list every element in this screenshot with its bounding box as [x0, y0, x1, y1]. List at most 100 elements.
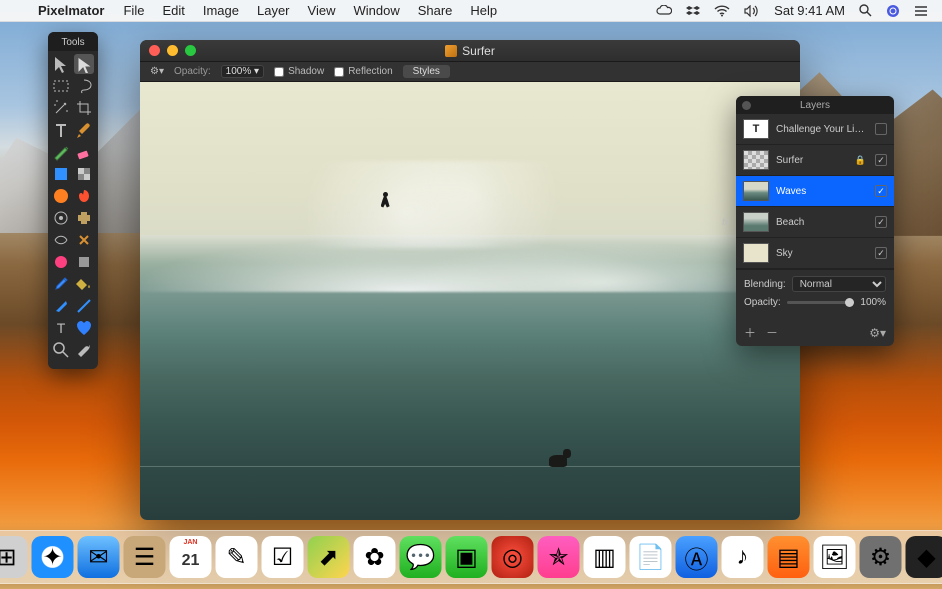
- layer-opacity-slider[interactable]: [787, 301, 855, 304]
- fx-badge: fx: [722, 217, 729, 227]
- tool-heart[interactable]: [74, 318, 94, 338]
- dock-calendar[interactable]: JAN21: [170, 536, 212, 578]
- dock-messages[interactable]: 💬: [400, 536, 442, 578]
- dock-pages[interactable]: 📄: [630, 536, 672, 578]
- blending-select[interactable]: Normal: [792, 276, 886, 292]
- window-minimize-button[interactable]: [167, 45, 178, 56]
- tool-pinch[interactable]: [74, 230, 94, 250]
- layers-gear-menu[interactable]: ⚙▾: [869, 326, 886, 340]
- tool-heal[interactable]: [74, 208, 94, 228]
- dock-preferences[interactable]: ⚙: [860, 536, 902, 578]
- tool-shape-circle[interactable]: [51, 252, 71, 272]
- layer-visibility-checkbox[interactable]: [875, 185, 887, 197]
- menubar-clock[interactable]: Sat 9:41 AM: [774, 3, 845, 18]
- tool-zoom[interactable]: [51, 340, 71, 360]
- cloud-icon[interactable]: [656, 5, 672, 17]
- layer-name: Sky: [776, 248, 868, 259]
- dock-launchpad[interactable]: ⊞: [0, 536, 28, 578]
- tool-pattern[interactable]: [74, 164, 94, 184]
- dock-itunes[interactable]: ♪: [722, 536, 764, 578]
- tool-crop[interactable]: [74, 98, 94, 118]
- dock-safari[interactable]: ✦: [32, 536, 74, 578]
- layers-panel-header[interactable]: Layers: [736, 96, 894, 114]
- layer-row[interactable]: Surfer 🔒: [736, 145, 894, 176]
- app-menu[interactable]: Pixelmator: [28, 3, 114, 18]
- toolbar-reflection-checkbox[interactable]: Reflection: [334, 66, 392, 77]
- siri-icon[interactable]: [886, 4, 900, 18]
- layer-row[interactable]: Waves: [736, 176, 894, 207]
- layers-panel: Layers T Challenge Your Limits... Surfer…: [736, 96, 894, 346]
- tool-lasso[interactable]: [74, 76, 94, 96]
- dock-reminders[interactable]: ☑: [262, 536, 304, 578]
- tool-shape-square[interactable]: [74, 252, 94, 272]
- dock-photobooth[interactable]: ◎: [492, 536, 534, 578]
- menu-view[interactable]: View: [299, 3, 345, 18]
- layer-row[interactable]: Sky: [736, 238, 894, 269]
- document-canvas[interactable]: [140, 82, 800, 520]
- tool-eraser[interactable]: [74, 142, 94, 162]
- layer-visibility-checkbox[interactable]: [875, 123, 887, 135]
- layer-visibility-checkbox[interactable]: [875, 154, 887, 166]
- layer-visibility-checkbox[interactable]: [875, 247, 887, 259]
- toolbar-opacity-field[interactable]: 100% ▾: [221, 65, 264, 78]
- tool-clone[interactable]: [51, 208, 71, 228]
- dock-notes[interactable]: ✎: [216, 536, 258, 578]
- tool-bucket[interactable]: [74, 274, 94, 294]
- tool-move[interactable]: [51, 54, 71, 74]
- dropbox-icon[interactable]: [686, 5, 700, 17]
- layer-row[interactable]: fx Beach: [736, 207, 894, 238]
- remove-layer-button[interactable]: －: [766, 324, 778, 341]
- tool-line[interactable]: [74, 296, 94, 316]
- layer-row[interactable]: T Challenge Your Limits...: [736, 114, 894, 145]
- dock-mail[interactable]: ✉: [78, 536, 120, 578]
- layer-thumbnail: [743, 212, 769, 232]
- tool-type-vertical[interactable]: [51, 120, 71, 140]
- dock-contacts[interactable]: ☰: [124, 536, 166, 578]
- menu-image[interactable]: Image: [194, 3, 248, 18]
- layer-opacity-label: Opacity:: [744, 297, 781, 308]
- dock-appstore[interactable]: Ⓐ: [676, 536, 718, 578]
- tool-rect-marquee[interactable]: [51, 76, 71, 96]
- toolbar-shadow-checkbox[interactable]: Shadow: [274, 66, 324, 77]
- menu-window[interactable]: Window: [344, 3, 408, 18]
- dock-photos[interactable]: ✿: [354, 536, 396, 578]
- notification-center-icon[interactable]: [914, 5, 928, 17]
- tool-text[interactable]: T: [51, 318, 71, 338]
- menu-share[interactable]: Share: [409, 3, 462, 18]
- tool-pen[interactable]: [51, 296, 71, 316]
- menu-edit[interactable]: Edit: [153, 3, 193, 18]
- tool-paintbrush[interactable]: [74, 120, 94, 140]
- layers-close-button[interactable]: [742, 101, 751, 110]
- tool-gradient[interactable]: [51, 186, 71, 206]
- toolbar-styles-button[interactable]: Styles: [403, 65, 450, 78]
- dock-numbers[interactable]: ▥: [584, 536, 626, 578]
- dock-preview[interactable]: 🖼: [814, 536, 856, 578]
- window-close-button[interactable]: [149, 45, 160, 56]
- tool-color-fill[interactable]: [51, 164, 71, 184]
- menu-help[interactable]: Help: [461, 3, 506, 18]
- window-zoom-button[interactable]: [185, 45, 196, 56]
- tool-arrow-select[interactable]: [74, 54, 94, 74]
- dock-pixelmator[interactable]: ◆: [906, 536, 942, 578]
- tool-hand[interactable]: [74, 340, 94, 360]
- layer-visibility-checkbox[interactable]: [875, 216, 887, 228]
- window-titlebar[interactable]: Surfer: [140, 40, 800, 62]
- toolbar-gear-icon[interactable]: ⚙▾: [150, 66, 164, 77]
- volume-icon[interactable]: [744, 5, 760, 17]
- add-layer-button[interactable]: ＋: [744, 324, 756, 341]
- tool-warp[interactable]: [51, 230, 71, 250]
- layers-panel-title: Layers: [800, 100, 830, 111]
- dock-ibooks[interactable]: ▤: [768, 536, 810, 578]
- tool-eyedropper[interactable]: [51, 274, 71, 294]
- layer-name: Waves: [776, 186, 868, 197]
- spotlight-icon[interactable]: [859, 4, 872, 17]
- dock-itunes-alt[interactable]: ✯: [538, 536, 580, 578]
- dock-facetime[interactable]: ▣: [446, 536, 488, 578]
- tool-smudge[interactable]: [74, 186, 94, 206]
- tool-magic-wand[interactable]: [51, 98, 71, 118]
- dock-maps[interactable]: ⬈: [308, 536, 350, 578]
- wifi-icon[interactable]: [714, 5, 730, 17]
- tool-pencil[interactable]: [51, 142, 71, 162]
- menu-file[interactable]: File: [114, 3, 153, 18]
- menu-layer[interactable]: Layer: [248, 3, 299, 18]
